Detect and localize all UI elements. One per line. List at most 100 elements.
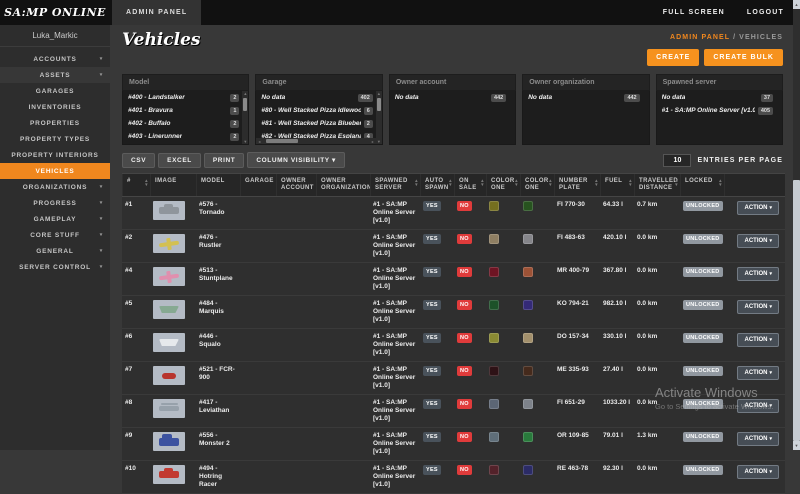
cell-spawned-server: #1 - SA:MP Online Server [v1.0] (370, 461, 420, 493)
action-button[interactable]: ACTION▾ (737, 399, 779, 413)
sidebar-item-server-control[interactable]: SERVER CONTROL▾ (0, 259, 110, 275)
color-one-swatch (489, 333, 499, 343)
column-header-spawned-server[interactable]: SPAWNED SERVER▲▼ (370, 174, 420, 196)
scrollbar-up-arrow-icon[interactable]: ▲ (793, 0, 800, 9)
action-button[interactable]: ACTION▾ (737, 366, 779, 380)
scrollbar-left-arrow-icon[interactable]: ◂ (258, 139, 260, 144)
filter-option[interactable]: #401 - Bravura1 (123, 104, 248, 117)
sidebar-item-garages[interactable]: GARAGES (0, 83, 110, 99)
cell-color-two (520, 230, 554, 262)
sidebar-item-property-types[interactable]: PROPERTY TYPES (0, 131, 110, 147)
filter-option[interactable]: #403 - Linerunner2 (123, 130, 248, 143)
filter-option[interactable]: No data442 (390, 91, 515, 104)
column-header-travelled-distance[interactable]: TRAVELLED DISTANCE▲▼ (634, 174, 680, 196)
sort-arrows-icon[interactable]: ▲▼ (414, 179, 419, 187)
scrollbar-up-arrow-icon[interactable]: ▲ (242, 91, 248, 96)
admin-panel-button[interactable]: ADMIN PANEL (112, 0, 201, 25)
sidebar-item-accounts[interactable]: ACCOUNTS▾ (0, 51, 110, 67)
action-button[interactable]: ACTION▾ (737, 300, 779, 314)
sidebar-item-gameplay[interactable]: GAMEPLAY▾ (0, 211, 110, 227)
action-button[interactable]: ACTION▾ (737, 333, 779, 347)
action-button[interactable]: ACTION▾ (737, 201, 779, 215)
cell-color-one (486, 362, 520, 394)
scrollbar-up-arrow-icon[interactable]: ▲ (376, 91, 382, 96)
column-header-color-one[interactable]: COLOR ONE▲▼ (520, 174, 554, 196)
cell-number-plate: RE 463-78 (554, 461, 600, 493)
sort-arrows-icon[interactable]: ▲▼ (448, 179, 453, 187)
logout-button[interactable]: LOGOUT (747, 9, 784, 16)
scrollbar-thumb[interactable] (266, 139, 298, 143)
excel-button[interactable]: EXCEL (158, 153, 201, 168)
scrollbar-down-arrow-icon[interactable]: ▼ (793, 441, 800, 450)
filter-option[interactable]: #80 - Well Stacked Pizza Idlewood6 (256, 104, 381, 117)
sort-arrows-icon[interactable]: ▲▼ (144, 179, 149, 187)
sort-arrows-icon[interactable]: ▲▼ (514, 179, 519, 187)
sidebar-item-general[interactable]: GENERAL▾ (0, 243, 110, 259)
breadcrumb-admin-panel[interactable]: ADMIN PANEL (670, 34, 730, 41)
cell-fuel: 420.10 l (600, 230, 634, 262)
print-button[interactable]: PRINT (204, 153, 245, 168)
filter-option-label: No data (662, 94, 686, 101)
cell-owner-account (276, 296, 316, 328)
action-button[interactable]: ACTION▾ (737, 465, 779, 479)
action-button[interactable]: ACTION▾ (737, 234, 779, 248)
column-visibility-button[interactable]: COLUMN VISIBILITY ▾ (247, 152, 345, 168)
scrollbar-down-arrow-icon[interactable]: ▼ (377, 139, 381, 144)
sort-arrows-icon[interactable]: ▲▼ (548, 179, 553, 187)
column-header-color-one[interactable]: COLOR ONE▲▼ (486, 174, 520, 196)
sort-arrows-icon[interactable]: ▲▼ (674, 179, 679, 187)
main-content: Vehicles ADMIN PANEL / VEHICLES CREATE C… (110, 25, 793, 450)
sidebar-item-properties[interactable]: PROPERTIES (0, 115, 110, 131)
column-header-#[interactable]: #▲▼ (122, 174, 150, 196)
entries-per-page-input[interactable] (663, 154, 691, 167)
column-header-auto-spawn[interactable]: AUTO SPAWN▲▼ (420, 174, 454, 196)
scrollbar-thumb[interactable] (377, 98, 381, 111)
filter-option[interactable]: No data442 (523, 91, 648, 104)
column-header-on-sale[interactable]: ON SALE▲▼ (454, 174, 486, 196)
scrollbar-down-arrow-icon[interactable]: ▼ (243, 139, 247, 144)
scrollbar-right-arrow-icon[interactable]: ▸ (372, 139, 374, 144)
create-bulk-button[interactable]: CREATE BULK (704, 49, 783, 66)
sidebar-item-progress[interactable]: PROGRESS▾ (0, 195, 110, 211)
sidebar-item-vehicles[interactable]: VEHICLES (0, 163, 110, 179)
cell-travelled-distance: 1.3 km (634, 428, 680, 460)
filter-horizontal-scrollbar[interactable]: ◂▸ (256, 138, 375, 144)
filter-option[interactable]: #402 - Buffalo2 (123, 117, 248, 130)
action-button[interactable]: ACTION▾ (737, 267, 779, 281)
sort-arrows-icon[interactable]: ▲▼ (480, 179, 485, 187)
csv-button[interactable]: CSV (122, 153, 155, 168)
column-header-number-plate[interactable]: NUMBER PLATE▲▼ (554, 174, 600, 196)
sidebar-item-organizations[interactable]: ORGANIZATIONS▾ (0, 179, 110, 195)
sort-arrows-icon[interactable]: ▲▼ (628, 179, 633, 187)
locked-badge: UNLOCKED (683, 234, 723, 244)
create-button[interactable]: CREATE (647, 49, 699, 66)
filter-vertical-scrollbar[interactable]: ▲▼ (242, 91, 248, 144)
page-scrollbar[interactable]: ▲ ▼ (793, 0, 800, 450)
column-header-locked[interactable]: LOCKED▲▼ (680, 174, 724, 196)
filter-option[interactable]: #1 - SA:MP Online Server [v1.0]405 (657, 104, 782, 117)
sort-arrows-icon[interactable]: ▲▼ (718, 179, 723, 187)
chevron-down-icon: ▾ (769, 469, 772, 475)
sort-arrows-icon[interactable]: ▲▼ (594, 179, 599, 187)
action-button[interactable]: ACTION▾ (737, 432, 779, 446)
sidebar-item-property-interiors[interactable]: PROPERTY INTERIORS (0, 147, 110, 163)
filter-option[interactable]: No data402 (256, 91, 381, 104)
cell-locked: UNLOCKED (680, 263, 724, 295)
filter-option[interactable]: #400 - Landstalker2 (123, 91, 248, 104)
filter-option[interactable]: No data37 (657, 91, 782, 104)
cell-number-plate: DO 157-34 (554, 329, 600, 361)
cell-id: #9 (122, 428, 150, 460)
sidebar-item-core-stuff[interactable]: CORE STUFF▾ (0, 227, 110, 243)
cell-image (150, 428, 196, 460)
column-header-fuel[interactable]: FUEL▲▼ (600, 174, 634, 196)
scrollbar-thumb[interactable] (793, 180, 800, 441)
full-screen-button[interactable]: FULL SCREEN (663, 9, 725, 16)
sidebar-item-assets[interactable]: ASSETS▾ (0, 67, 110, 83)
filter-option[interactable]: #404 - Perennial1 (123, 143, 248, 145)
scrollbar-thumb[interactable] (243, 98, 247, 111)
vehicle-shape-icon (159, 406, 179, 411)
filter-vertical-scrollbar[interactable]: ▲▼ (376, 91, 382, 144)
filter-option[interactable]: #81 - Well Stacked Pizza Blueberry2 (256, 117, 381, 130)
cell-on-sale: NO (454, 428, 486, 460)
sidebar-item-inventories[interactable]: INVENTORIES (0, 99, 110, 115)
